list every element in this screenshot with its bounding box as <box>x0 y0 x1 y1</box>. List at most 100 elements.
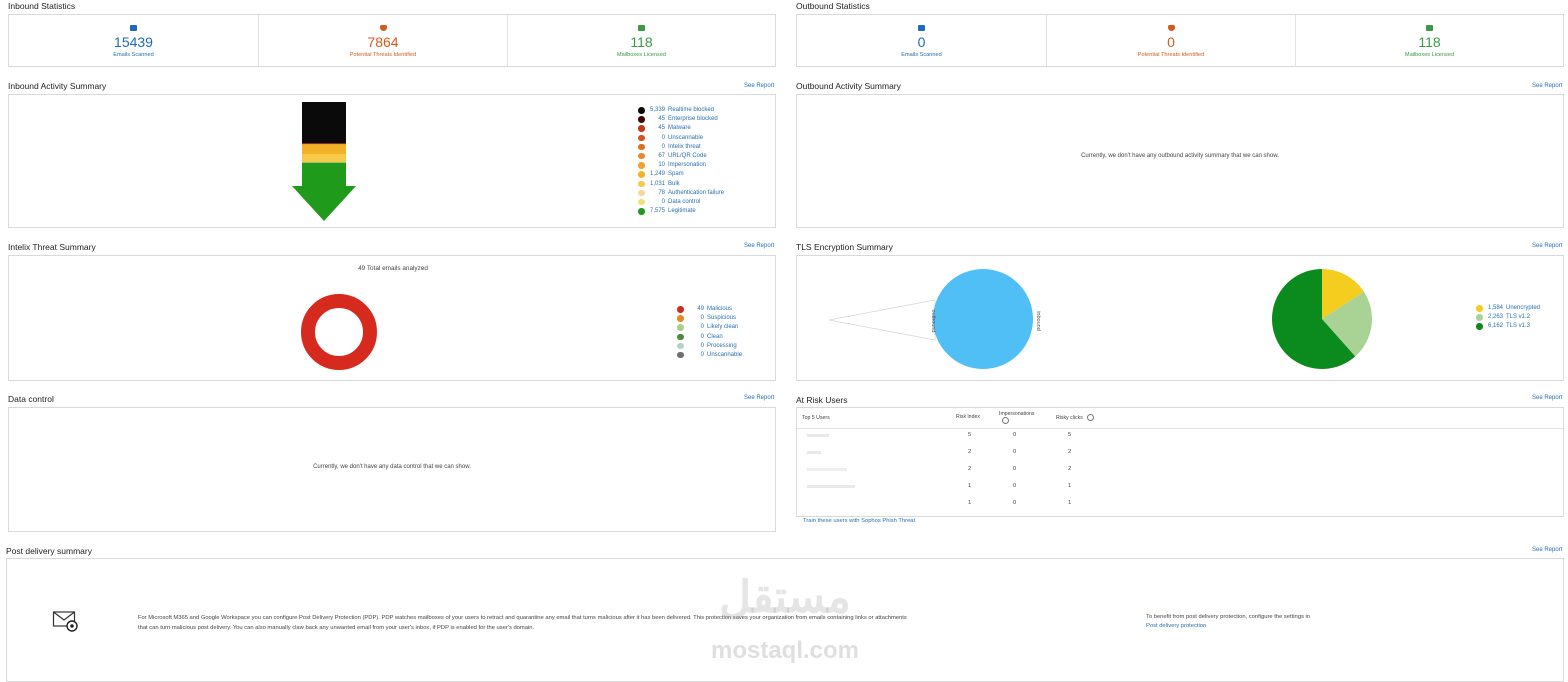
inbound-mailboxes-label: Mailboxes Licensed <box>616 52 667 58</box>
table-row[interactable]: 1 0 1 <box>797 500 1563 513</box>
data-control-see-report-link[interactable]: See Report <box>744 395 774 401</box>
legend-count: 0 <box>661 143 665 150</box>
outbound-emails-scanned-label: Emails Scanned <box>901 52 942 58</box>
legend-swatch <box>638 189 645 197</box>
tls-direction-wedge <box>828 299 936 341</box>
intelix-donut-chart <box>301 294 377 370</box>
risk-index-cell: 5 <box>968 432 972 438</box>
tls-pie-chart <box>1272 269 1372 369</box>
outbound-stats-panel: 0 Emails Scanned 0 Potential Threats Ide… <box>796 14 1564 67</box>
legend-count: 45 <box>658 125 665 132</box>
risk-index-cell: 1 <box>968 483 972 489</box>
inbound-threats-label: Potential Threats Identified <box>349 52 417 58</box>
legend-count: 0 <box>661 134 665 141</box>
risky-clicks-cell: 1 <box>1068 483 1072 489</box>
legend-label: Bulk <box>668 180 680 187</box>
impersonations-cell: 0 <box>1013 483 1017 489</box>
outbound-threats-card[interactable]: 0 Potential Threats Identified <box>1046 15 1295 66</box>
impersonations-cell: 0 <box>1013 449 1017 455</box>
legend-swatch <box>677 333 684 341</box>
at-risk-see-report-link[interactable]: See Report <box>1532 395 1562 401</box>
legend-swatch <box>1476 323 1483 330</box>
risk-index-cell: 2 <box>968 466 972 472</box>
legend-label: Realtime blocked <box>668 107 715 113</box>
inbound-mailboxes-card[interactable]: 118 Mailboxes Licensed <box>507 15 775 66</box>
legend-label: Impersonation <box>668 162 707 169</box>
legend-swatch <box>638 116 645 123</box>
post-delivery-protection-link[interactable]: Post delivery protection <box>1146 623 1206 629</box>
inbound-emails-scanned-label: Emails Scanned <box>113 52 154 58</box>
tls-outbound-label: outbound <box>930 310 936 333</box>
legend-count: 2,263 <box>1487 314 1503 321</box>
post-delivery-see-report-link[interactable]: See Report <box>1532 547 1562 553</box>
intelix-panel: 49 Total emails analyzed 49 Malicious 0 Sus… <box>8 255 776 381</box>
outbound-emails-scanned-card[interactable]: 0 Emails Scanned <box>797 15 1046 66</box>
inbound-activity-title: Inbound Activity Summary <box>8 81 107 91</box>
info-icon[interactable] <box>1002 417 1009 424</box>
outbound-threats-value: 0 <box>1167 34 1175 50</box>
legend-count: 7,575 <box>649 208 665 215</box>
at-risk-col-risky-clicks: Risky clicks <box>1056 415 1083 421</box>
mailbox-icon <box>1426 25 1433 31</box>
legend-label: URL/QR Code <box>668 152 707 159</box>
envelope-icon <box>918 25 925 31</box>
intelix-see-report-link[interactable]: See Report <box>744 243 774 249</box>
data-control-panel: Currently, we don't have any data contro… <box>8 407 776 532</box>
redacted-username <box>807 485 855 488</box>
table-row[interactable]: 5 0 5 <box>797 432 1563 449</box>
watermark-arabic: مستقل <box>719 573 851 622</box>
legend-count: 10 <box>658 162 665 169</box>
risk-index-cell: 2 <box>968 449 972 455</box>
legend-label: Data control <box>668 198 701 205</box>
at-risk-title: At Risk Users <box>796 395 848 405</box>
legend-count: 1,584 <box>1487 305 1503 311</box>
legend-label: Suspicious <box>707 315 737 322</box>
legend-count: 78 <box>658 189 665 196</box>
legend-label: Authentication failure <box>668 189 725 196</box>
legend-label: TLS v1.3 <box>1506 323 1531 330</box>
legend-count: 1,249 <box>649 171 665 178</box>
legend-label: Processing <box>707 342 737 349</box>
inbound-emails-scanned-card[interactable]: 15439 Emails Scanned <box>9 15 258 66</box>
arrow-band-bulk[interactable] <box>289 154 359 163</box>
info-icon[interactable] <box>1087 414 1094 421</box>
legend-label: Legitimate <box>668 208 696 215</box>
outbound-mailboxes-label: Mailboxes Licensed <box>1404 52 1455 58</box>
inbound-threats-card[interactable]: 7864 Potential Threats Identified <box>258 15 507 66</box>
legend-swatch <box>638 180 645 187</box>
arrow-band-realtime-blocked[interactable] <box>289 102 359 144</box>
tls-see-report-link[interactable]: See Report <box>1532 243 1562 249</box>
outbound-mailboxes-card[interactable]: 118 Mailboxes Licensed <box>1295 15 1563 66</box>
outbound-activity-panel: Currently, we don't have any outbound ac… <box>796 94 1564 228</box>
outbound-stats-title: Outbound Statistics <box>796 1 870 11</box>
impersonations-cell: 0 <box>1013 500 1017 506</box>
at-risk-col-users: Top 5 Users <box>802 415 830 421</box>
arrow-band-legitimate[interactable] <box>289 162 359 222</box>
table-row[interactable]: 1 0 1 <box>797 483 1563 500</box>
inbound-activity-see-report-link[interactable]: See Report <box>744 83 774 89</box>
tls-direction-circle <box>933 269 1033 369</box>
table-row[interactable]: 2 0 2 <box>797 466 1563 483</box>
mailbox-icon <box>638 25 645 31</box>
watermark-latin: mostaql.com <box>710 637 860 664</box>
arrow-band-spam[interactable] <box>289 144 359 155</box>
legend-label: Unscannable <box>668 134 704 141</box>
legend-count: 45 <box>658 116 665 123</box>
slice-malicious[interactable] <box>301 294 377 370</box>
table-row[interactable]: 2 0 2 <box>797 449 1563 466</box>
post-delivery-title: Post delivery summary <box>6 546 92 556</box>
legend-swatch <box>677 315 684 322</box>
redacted-username <box>807 468 847 471</box>
outbound-emails-scanned-value: 0 <box>917 34 926 50</box>
outbound-activity-see-report-link[interactable]: See Report <box>1532 83 1562 89</box>
tls-panel: outbound inbound 1,584 Unencrypted 2,263 TL… <box>796 255 1564 381</box>
redacted-username <box>807 434 829 437</box>
impersonations-cell: 0 <box>1013 466 1017 472</box>
inbound-mailboxes-value: 118 <box>630 34 653 50</box>
legend-label: Malicious <box>707 306 733 312</box>
legend-count: 5,339 <box>649 107 665 113</box>
at-risk-header-divider <box>797 428 1563 429</box>
legend-label: Likely clean <box>707 324 739 331</box>
train-users-link[interactable]: Train these users with Sophos Phish Thre… <box>803 518 915 524</box>
at-risk-col-risk-index: Risk index <box>956 414 980 420</box>
